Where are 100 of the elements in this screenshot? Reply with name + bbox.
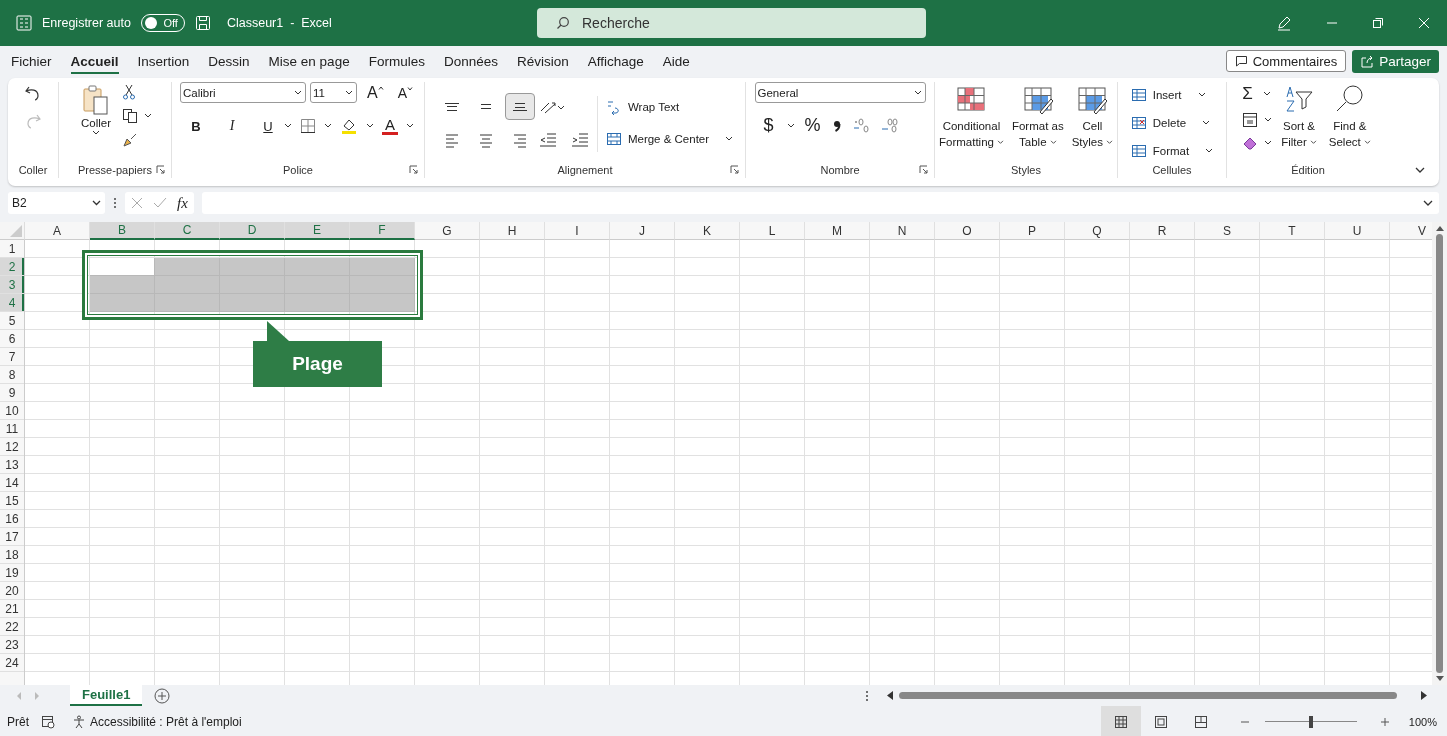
row-header[interactable]: 19 [0, 564, 24, 582]
row-header[interactable]: 18 [0, 546, 24, 564]
paste-button[interactable]: Coller [77, 82, 114, 138]
restore-icon[interactable] [1372, 17, 1384, 29]
column-header[interactable]: T [1260, 222, 1325, 240]
find-select-button[interactable]: Find & Select [1325, 82, 1374, 152]
normal-view-button[interactable] [1100, 706, 1141, 736]
menu-tab[interactable]: Données [436, 48, 508, 74]
column-header[interactable]: L [740, 222, 805, 240]
undo-icon[interactable] [24, 84, 42, 102]
column-header[interactable]: C [155, 222, 220, 240]
column-header[interactable]: V [1390, 222, 1432, 240]
number-format-dropdown[interactable]: General [754, 82, 926, 103]
menu-tab[interactable]: Fichier [4, 48, 62, 74]
column-header[interactable]: M [805, 222, 870, 240]
pen-icon[interactable] [1276, 15, 1292, 31]
row-header[interactable]: 24 [0, 654, 24, 672]
more-options-icon[interactable] [113, 197, 117, 209]
chevron-down-icon[interactable] [786, 122, 795, 129]
chevron-down-icon[interactable] [1264, 117, 1273, 123]
dialog-launcher-icon[interactable] [156, 165, 165, 174]
column-header[interactable]: H [480, 222, 545, 240]
share-button[interactable]: Partager [1352, 49, 1439, 73]
column-header[interactable]: J [610, 222, 675, 240]
zoom-in-icon[interactable] [1380, 717, 1389, 726]
column-header[interactable]: R [1130, 222, 1195, 240]
app-icon[interactable] [16, 15, 32, 31]
add-sheet-icon[interactable] [154, 687, 171, 704]
align-button[interactable] [504, 93, 535, 120]
collapse-ribbon-icon[interactable] [1415, 167, 1425, 174]
row-header[interactable]: 13 [0, 456, 24, 474]
menu-tab[interactable]: Révision [509, 48, 579, 74]
macro-icon[interactable] [41, 714, 55, 729]
bold-button[interactable]: B [188, 118, 204, 134]
wrap-text-button[interactable]: Wrap Text [605, 94, 734, 120]
insert-cells-button[interactable]: Insert [1130, 82, 1206, 108]
column-header[interactable]: A [25, 222, 90, 240]
column-header[interactable]: O [935, 222, 1000, 240]
column-header[interactable]: F [350, 222, 415, 240]
brush-icon[interactable] [122, 132, 138, 148]
column-header[interactable]: K [675, 222, 740, 240]
scroll-left-icon[interactable] [887, 691, 893, 700]
more-options-icon[interactable] [865, 689, 869, 702]
row-header[interactable]: 17 [0, 528, 24, 546]
column-header[interactable]: Q [1065, 222, 1130, 240]
fill-color-icon[interactable] [340, 117, 358, 135]
insert-function-button[interactable]: fx [177, 194, 188, 212]
chevron-down-icon[interactable] [284, 123, 292, 129]
dialog-launcher-icon[interactable] [919, 165, 928, 174]
column-header[interactable]: I [545, 222, 610, 240]
row-header[interactable]: 4 [0, 294, 24, 312]
column-header[interactable]: B [90, 222, 155, 240]
decrease-decimal-icon[interactable] [880, 117, 899, 134]
row-header[interactable]: 22 [0, 618, 24, 636]
increase-decimal-icon[interactable] [852, 117, 871, 134]
row-header[interactable]: 5 [0, 312, 24, 330]
sheet-tab[interactable]: Feuille1 [70, 685, 143, 706]
formula-input[interactable] [201, 192, 1439, 214]
row-header[interactable]: 16 [0, 510, 24, 528]
font-dropdown[interactable]: Calibri [180, 82, 306, 103]
column-header[interactable]: G [415, 222, 480, 240]
row-header[interactable]: 6 [0, 330, 24, 348]
comments-button[interactable]: Commentaires [1225, 50, 1347, 72]
name-box[interactable]: B2 [8, 192, 105, 214]
sort-filter-button[interactable]: Sort & Filter [1278, 82, 1320, 152]
row-header[interactable]: 14 [0, 474, 24, 492]
cut-icon[interactable] [122, 84, 136, 100]
menu-tab[interactable]: Mise en page [261, 48, 360, 74]
cell-styles-button[interactable]: Cell Styles [1068, 84, 1117, 152]
active-cell[interactable] [90, 258, 154, 275]
column-header[interactable]: D [220, 222, 285, 240]
chevron-down-icon[interactable] [144, 113, 152, 119]
menu-tab[interactable]: Insertion [130, 48, 200, 74]
column-header[interactable]: U [1325, 222, 1390, 240]
merge-center-button[interactable]: Merge & Center [605, 126, 734, 152]
currency-button[interactable]: $ [760, 115, 777, 136]
chevron-down-icon[interactable] [366, 123, 374, 129]
search-field[interactable]: Recherche [537, 8, 926, 38]
scrollbar-thumb[interactable] [1436, 234, 1443, 673]
chevron-down-icon[interactable] [406, 123, 414, 129]
menu-tab[interactable]: Dessin [201, 48, 260, 74]
menu-tab[interactable]: Aide [655, 48, 700, 74]
grow-font-button[interactable]: A [367, 83, 384, 102]
column-header[interactable]: P [1000, 222, 1065, 240]
check-icon[interactable] [153, 197, 167, 209]
row-header[interactable]: 20 [0, 582, 24, 600]
row-header[interactable]: 11 [0, 420, 24, 438]
italic-button[interactable]: I [224, 118, 240, 134]
shrink-font-button[interactable]: A [397, 84, 414, 101]
borders-icon[interactable] [300, 118, 316, 134]
row-header[interactable]: 8 [0, 366, 24, 384]
column-header[interactable]: N [870, 222, 935, 240]
format-cells-button[interactable]: Format [1130, 138, 1214, 164]
row-header[interactable]: 23 [0, 636, 24, 654]
column-header[interactable]: S [1195, 222, 1260, 240]
zoom-slider-thumb[interactable] [1308, 715, 1313, 728]
menu-tab[interactable]: Accueil [63, 48, 129, 74]
autosum-button[interactable]: Σ [1242, 84, 1273, 104]
row-header[interactable]: 12 [0, 438, 24, 456]
row-header[interactable]: 2 [0, 258, 24, 276]
